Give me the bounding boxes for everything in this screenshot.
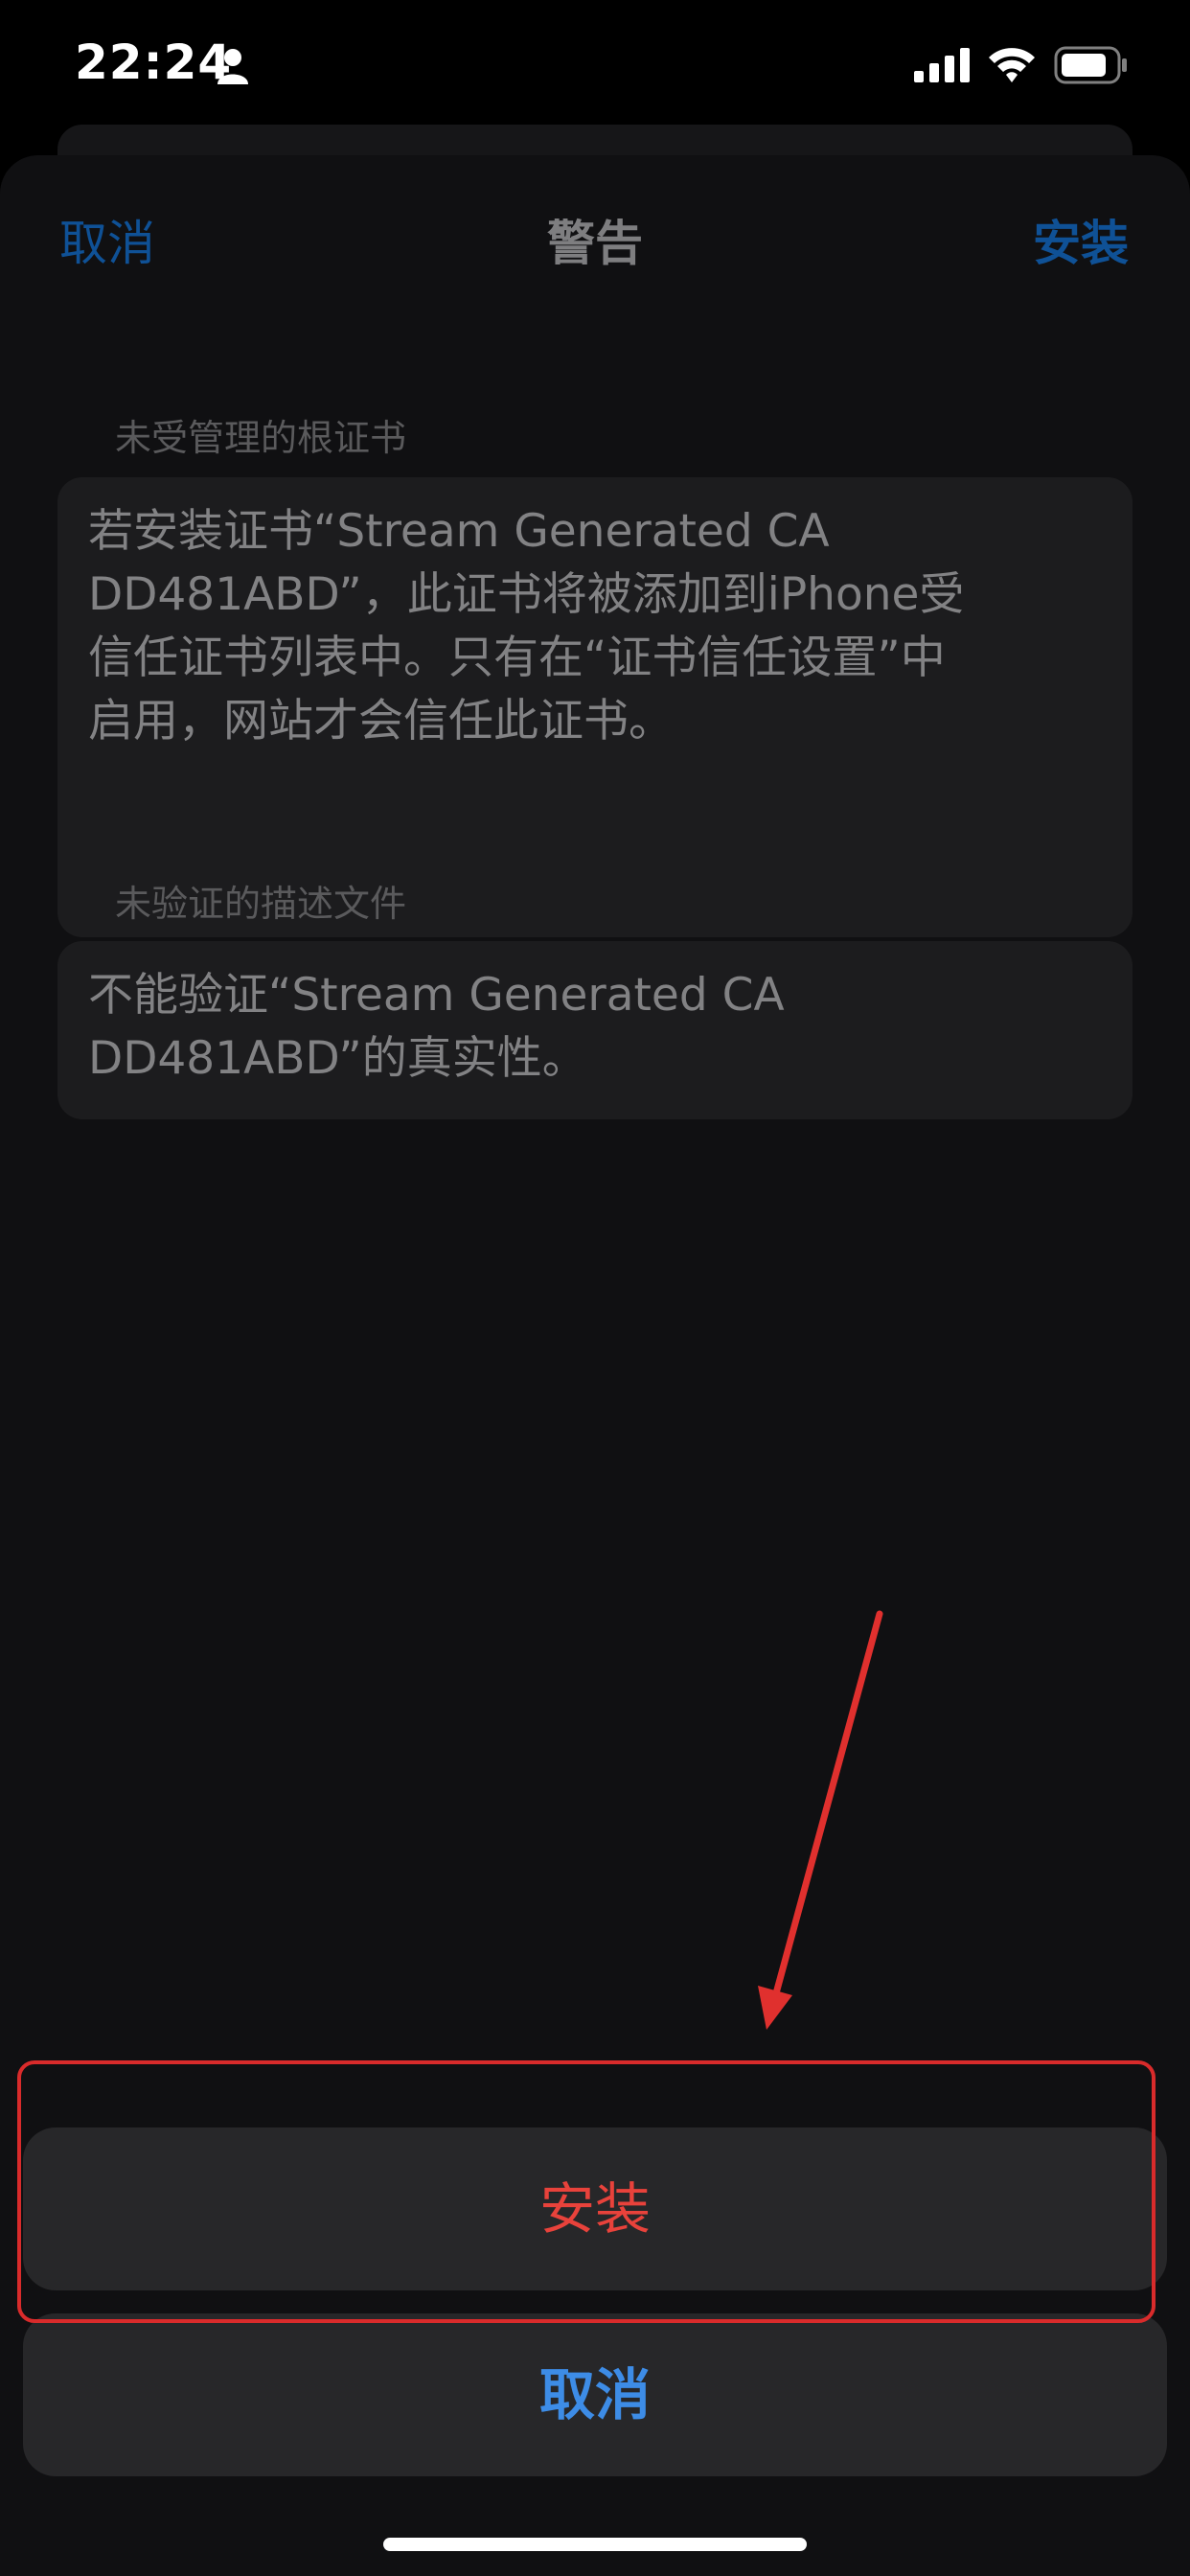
signal-icon: [914, 48, 970, 82]
home-indicator: [383, 2538, 807, 2551]
unmanaged-root-cert-card: 若安装证书“Stream Generated CA DD481ABD”，此证书将…: [57, 477, 1133, 937]
person-icon: [217, 49, 248, 84]
nav-bar: 取消 警告 安装: [0, 155, 1190, 318]
wifi-icon: [989, 48, 1035, 82]
text-line: 若安装证书“Stream Generated CA: [88, 505, 830, 558]
unverified-profile-text: 不能验证“Stream Generated CA DD481ABD”的真实性。: [88, 964, 1085, 1091]
screen: 22:24 取消 警告 安装 未受管理的根证书 若安装证书“Stream Gen…: [0, 0, 1190, 2576]
section-header-unmanaged-root-cert: 未受管理的根证书: [115, 417, 407, 459]
text-line: 启用，网站才会信任此证书。: [88, 695, 674, 748]
status-time: 22:24: [75, 34, 233, 90]
text-line: 信任证书列表中。只有在“证书信任设置”中: [88, 632, 946, 684]
unmanaged-root-cert-text: 若安装证书“Stream Generated CA DD481ABD”，此证书将…: [88, 500, 1085, 753]
status-bar: 22:24: [0, 0, 1190, 134]
page-title: 警告: [547, 216, 643, 271]
nav-install-button[interactable]: 安装: [1033, 205, 1129, 274]
text-line: 不能验证“Stream Generated CA: [88, 969, 785, 1022]
text-line: DD481ABD”的真实性。: [88, 1032, 587, 1085]
action-cancel-button[interactable]: 取消: [23, 2313, 1167, 2476]
unverified-profile-card: 不能验证“Stream Generated CA DD481ABD”的真实性。: [57, 941, 1133, 1119]
annotation-highlight-box: [17, 2060, 1156, 2323]
battery-icon: [1054, 46, 1127, 84]
text-line: DD481ABD”，此证书将被添加到iPhone受: [88, 568, 965, 621]
section-header-unverified-profile: 未验证的描述文件: [115, 883, 407, 925]
